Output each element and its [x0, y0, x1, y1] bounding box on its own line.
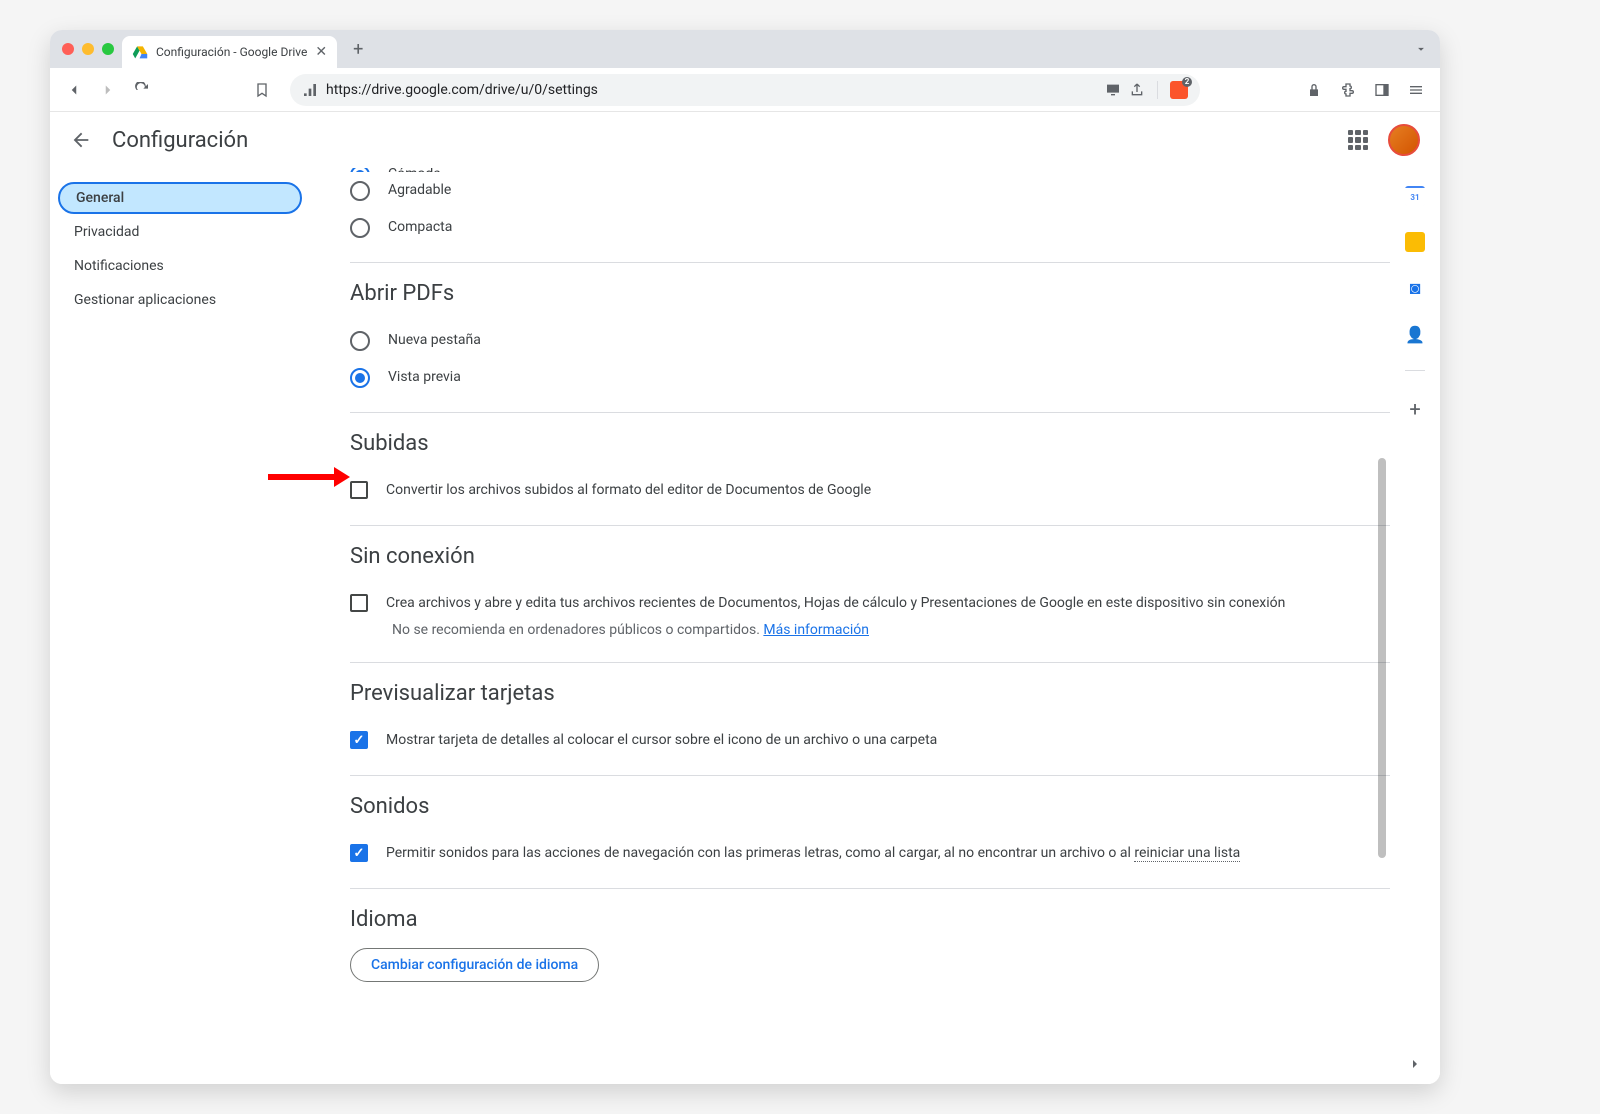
- checkbox-label: Convertir los archivos subidos al format…: [386, 480, 871, 501]
- radio-density-comfortable[interactable]: [350, 168, 370, 172]
- section-title: Previsualizar tarjetas: [350, 681, 1400, 706]
- nav-notifications[interactable]: Notificaciones: [58, 250, 302, 282]
- radio-label: Agradable: [388, 180, 451, 201]
- checkbox-convert-uploads[interactable]: [350, 481, 368, 499]
- account-avatar[interactable]: [1388, 124, 1420, 156]
- url-text: https://drive.google.com/drive/u/0/setti…: [326, 82, 1097, 98]
- checkbox-label: Crea archivos y abre y edita tus archivo…: [386, 593, 1285, 614]
- section-open-pdfs: Abrir PDFs Nueva pestaña Vista previa: [350, 281, 1400, 413]
- section-preview-cards: Previsualizar tarjetas Mostrar tarjeta d…: [350, 681, 1400, 776]
- checkbox-sounds[interactable]: [350, 844, 368, 862]
- section-sounds: Sonidos Permitir sonidos para las accion…: [350, 794, 1400, 889]
- back-arrow-icon[interactable]: [70, 129, 92, 151]
- maximize-window-button[interactable]: [102, 43, 114, 55]
- radio-density-compact[interactable]: [350, 218, 370, 238]
- checkbox-offline[interactable]: [350, 594, 368, 612]
- drive-favicon-icon: [132, 44, 148, 60]
- section-offline: Sin conexión Crea archivos y abre y edit…: [350, 544, 1400, 663]
- section-uploads: Subidas Convertir los archivos subidos a…: [350, 431, 1400, 526]
- reload-button[interactable]: [128, 76, 156, 104]
- close-tab-icon[interactable]: ✕: [315, 44, 327, 60]
- bookmark-icon[interactable]: [248, 76, 276, 104]
- section-title: Sin conexión: [350, 544, 1400, 569]
- offline-note: No se recomienda en ordenadores públicos…: [386, 622, 1285, 638]
- settings-header: Configuración: [50, 112, 1440, 168]
- new-tab-button[interactable]: +: [345, 35, 371, 64]
- tabs-dropdown-icon[interactable]: [1414, 42, 1428, 56]
- share-icon[interactable]: [1129, 82, 1145, 98]
- sounds-restart-list-link[interactable]: reiniciar una lista: [1134, 845, 1240, 862]
- add-addon-icon[interactable]: +: [1409, 397, 1420, 421]
- nav-privacy[interactable]: Privacidad: [58, 216, 302, 248]
- contacts-icon[interactable]: 👤: [1405, 324, 1425, 344]
- url-bar[interactable]: https://drive.google.com/drive/u/0/setti…: [290, 74, 1200, 106]
- site-settings-icon[interactable]: [302, 82, 318, 98]
- section-title: Abrir PDFs: [350, 281, 1400, 306]
- radio-pdf-preview[interactable]: [350, 368, 370, 388]
- nav-general[interactable]: General: [58, 182, 302, 214]
- radio-label: Nueva pestaña: [388, 330, 481, 351]
- tasks-icon[interactable]: ◙: [1405, 278, 1425, 298]
- browser-menu-icon[interactable]: [1402, 76, 1430, 104]
- sounds-desc-a: Permitir sonidos para las acciones de na…: [386, 845, 1134, 861]
- checkbox-label: Mostrar tarjeta de detalles al colocar e…: [386, 730, 937, 751]
- browser-tab[interactable]: Configuración - Google Drive ✕: [122, 36, 337, 68]
- annotation-arrow: [268, 470, 350, 484]
- google-side-panel: ◙ 👤 +: [1390, 168, 1440, 1084]
- section-title: Sonidos: [350, 794, 1400, 819]
- scrollbar-thumb[interactable]: [1378, 458, 1386, 858]
- keep-icon[interactable]: [1405, 232, 1425, 252]
- section-language: Idioma Cambiar configuración de idioma: [350, 907, 1400, 998]
- offline-note-text: No se recomienda en ordenadores públicos…: [392, 622, 763, 638]
- back-button[interactable]: [60, 76, 88, 104]
- browser-tab-strip: Configuración - Google Drive ✕ +: [50, 30, 1440, 68]
- checkbox-label: Permitir sonidos para las acciones de na…: [386, 843, 1240, 864]
- change-language-button[interactable]: Cambiar configuración de idioma: [350, 948, 599, 982]
- brave-shield-icon[interactable]: [1170, 81, 1188, 99]
- radio-label: Vista previa: [388, 367, 461, 388]
- close-window-button[interactable]: [62, 43, 74, 55]
- settings-side-nav: General Privacidad Notificaciones Gestio…: [50, 168, 310, 1084]
- section-density: Cómoda Agradable Compacta: [350, 168, 1400, 263]
- password-manager-icon[interactable]: [1300, 76, 1328, 104]
- browser-toolbar: https://drive.google.com/drive/u/0/setti…: [50, 68, 1440, 112]
- calendar-icon[interactable]: [1405, 186, 1425, 206]
- tab-title: Configuración - Google Drive: [156, 45, 307, 59]
- collapse-sidepanel-icon[interactable]: [1407, 1056, 1423, 1072]
- offline-more-info-link[interactable]: Más información: [763, 622, 869, 638]
- nav-manage-apps[interactable]: Gestionar aplicaciones: [58, 284, 302, 316]
- forward-button[interactable]: [94, 76, 122, 104]
- section-title: Subidas: [350, 431, 1400, 456]
- minimize-window-button[interactable]: [82, 43, 94, 55]
- google-apps-icon[interactable]: [1348, 130, 1368, 150]
- sidepanel-icon[interactable]: [1368, 76, 1396, 104]
- radio-label: Cómoda: [388, 168, 441, 172]
- page-title: Configuración: [112, 128, 248, 153]
- checkbox-preview-cards[interactable]: [350, 731, 368, 749]
- radio-density-agradable[interactable]: [350, 181, 370, 201]
- section-title: Idioma: [350, 907, 1400, 932]
- radio-pdf-new-tab[interactable]: [350, 331, 370, 351]
- extensions-icon[interactable]: [1334, 76, 1362, 104]
- window-controls: [62, 43, 114, 55]
- side-panel-divider: [1405, 370, 1425, 371]
- radio-label: Compacta: [388, 217, 452, 238]
- settings-panel[interactable]: Cómoda Agradable Compacta Abrir PDFs: [310, 168, 1440, 1084]
- desktop-icon[interactable]: [1105, 82, 1121, 98]
